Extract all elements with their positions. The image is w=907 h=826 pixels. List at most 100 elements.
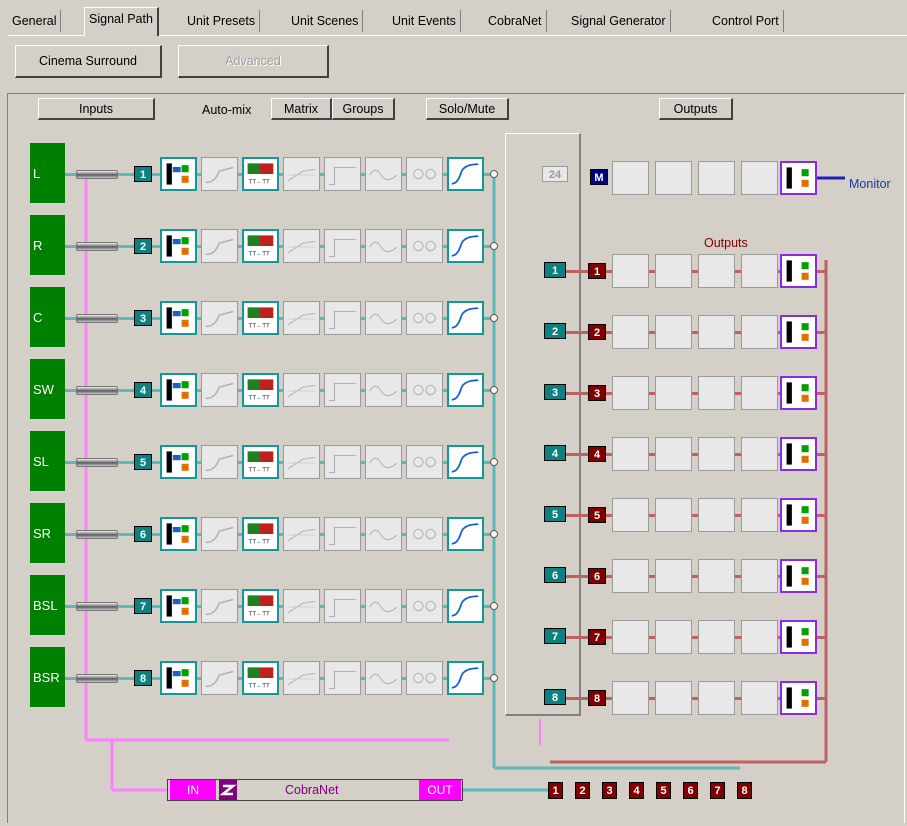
output-number[interactable]: 6 [588, 568, 606, 584]
input-gate-block[interactable] [324, 157, 361, 191]
output-gain-block[interactable] [780, 376, 817, 410]
output-number[interactable]: 5 [588, 507, 606, 523]
output-gain-block[interactable] [780, 315, 817, 349]
input-number[interactable]: 3 [134, 310, 152, 326]
output-eq-block[interactable] [698, 681, 735, 715]
input-filter-block[interactable] [201, 157, 238, 191]
input-gate-block[interactable] [324, 661, 361, 695]
cobranet-channel[interactable]: 3 [602, 782, 617, 799]
input-compressor-block[interactable] [283, 589, 320, 623]
input-channel-2[interactable]: R [30, 215, 65, 275]
input-number[interactable]: 7 [134, 598, 152, 614]
output-delay-block[interactable] [612, 681, 649, 715]
input-channel-7[interactable]: BSL [30, 575, 65, 635]
input-gain-block[interactable] [160, 661, 197, 695]
input-output-block[interactable] [447, 445, 484, 479]
output-limiter-block[interactable] [741, 376, 778, 410]
input-compressor-block[interactable] [283, 445, 320, 479]
output-limiter-block[interactable] [741, 620, 778, 654]
output-matrix-number[interactable]: 4 [544, 445, 566, 461]
input-automix-block[interactable]: TT←TT [242, 301, 279, 335]
cobranet-channel[interactable]: 1 [548, 782, 563, 799]
input-automix-block[interactable]: TT←TT [242, 445, 279, 479]
input-output-block[interactable] [447, 157, 484, 191]
input-channel-5[interactable]: SL [30, 431, 65, 491]
input-compressor-block[interactable] [283, 229, 320, 263]
output-filter-block[interactable] [655, 315, 692, 349]
input-channel-6[interactable]: SR [30, 503, 65, 563]
output-filter-block[interactable] [655, 437, 692, 471]
output-matrix-number[interactable]: 3 [544, 384, 566, 400]
input-eq-block[interactable] [365, 157, 402, 191]
input-output-block[interactable] [447, 373, 484, 407]
output-matrix-number[interactable]: 7 [544, 628, 566, 644]
output-gain-block[interactable] [780, 437, 817, 471]
output-delay-block[interactable] [612, 437, 649, 471]
output-matrix-number[interactable]: 6 [544, 567, 566, 583]
output-gain-block[interactable] [780, 559, 817, 593]
input-number[interactable]: 5 [134, 454, 152, 470]
input-delay-block[interactable] [406, 445, 443, 479]
input-output-block[interactable] [447, 229, 484, 263]
output-filter-block[interactable] [655, 681, 692, 715]
input-channel-3[interactable]: C [30, 287, 65, 347]
input-output-block[interactable] [447, 661, 484, 695]
cobranet-channel[interactable]: 2 [575, 782, 590, 799]
input-gate-block[interactable] [324, 445, 361, 479]
output-filter-block[interactable] [655, 254, 692, 288]
output-gain-block[interactable] [780, 620, 817, 654]
input-compressor-block[interactable] [283, 373, 320, 407]
output-number[interactable]: 3 [588, 385, 606, 401]
input-eq-block[interactable] [365, 445, 402, 479]
input-eq-block[interactable] [365, 517, 402, 551]
input-delay-block[interactable] [406, 229, 443, 263]
output-limiter-block[interactable] [741, 498, 778, 532]
input-filter-block[interactable] [201, 517, 238, 551]
output-number[interactable]: 2 [588, 324, 606, 340]
output-eq-block[interactable] [698, 437, 735, 471]
input-filter-block[interactable] [201, 229, 238, 263]
output-limiter-block[interactable] [741, 315, 778, 349]
input-fader[interactable] [76, 602, 118, 611]
input-eq-block[interactable] [365, 229, 402, 263]
monitor-limiter-block[interactable] [741, 161, 778, 195]
tab-signal-path[interactable]: Signal Path [84, 7, 159, 36]
input-channel-1[interactable]: L [30, 143, 65, 203]
input-gain-block[interactable] [160, 373, 197, 407]
input-automix-block[interactable]: TT←TT [242, 661, 279, 695]
input-eq-block[interactable] [365, 301, 402, 335]
output-number[interactable]: 7 [588, 629, 606, 645]
input-gain-block[interactable] [160, 445, 197, 479]
input-delay-block[interactable] [406, 661, 443, 695]
monitor-filter-block[interactable] [655, 161, 692, 195]
output-delay-block[interactable] [612, 315, 649, 349]
output-limiter-block[interactable] [741, 681, 778, 715]
output-gain-block[interactable] [780, 498, 817, 532]
output-filter-block[interactable] [655, 559, 692, 593]
monitor-gain-block[interactable] [780, 161, 817, 195]
cobranet-channel[interactable]: 6 [683, 782, 698, 799]
input-automix-block[interactable]: TT←TT [242, 229, 279, 263]
input-gate-block[interactable] [324, 589, 361, 623]
output-eq-block[interactable] [698, 254, 735, 288]
output-gain-block[interactable] [780, 681, 817, 715]
input-delay-block[interactable] [406, 517, 443, 551]
input-filter-block[interactable] [201, 589, 238, 623]
input-gain-block[interactable] [160, 517, 197, 551]
input-number[interactable]: 8 [134, 670, 152, 686]
input-gain-block[interactable] [160, 157, 197, 191]
input-fader[interactable] [76, 530, 118, 539]
input-gate-block[interactable] [324, 517, 361, 551]
output-limiter-block[interactable] [741, 254, 778, 288]
input-channel-4[interactable]: SW [30, 359, 65, 419]
cobranet-channel[interactable]: 8 [737, 782, 752, 799]
output-delay-block[interactable] [612, 498, 649, 532]
input-delay-block[interactable] [406, 157, 443, 191]
input-fader[interactable] [76, 458, 118, 467]
input-fader[interactable] [76, 242, 118, 251]
output-delay-block[interactable] [612, 254, 649, 288]
output-matrix-number[interactable]: 5 [544, 506, 566, 522]
input-fader[interactable] [76, 674, 118, 683]
input-compressor-block[interactable] [283, 517, 320, 551]
input-number[interactable]: 2 [134, 238, 152, 254]
